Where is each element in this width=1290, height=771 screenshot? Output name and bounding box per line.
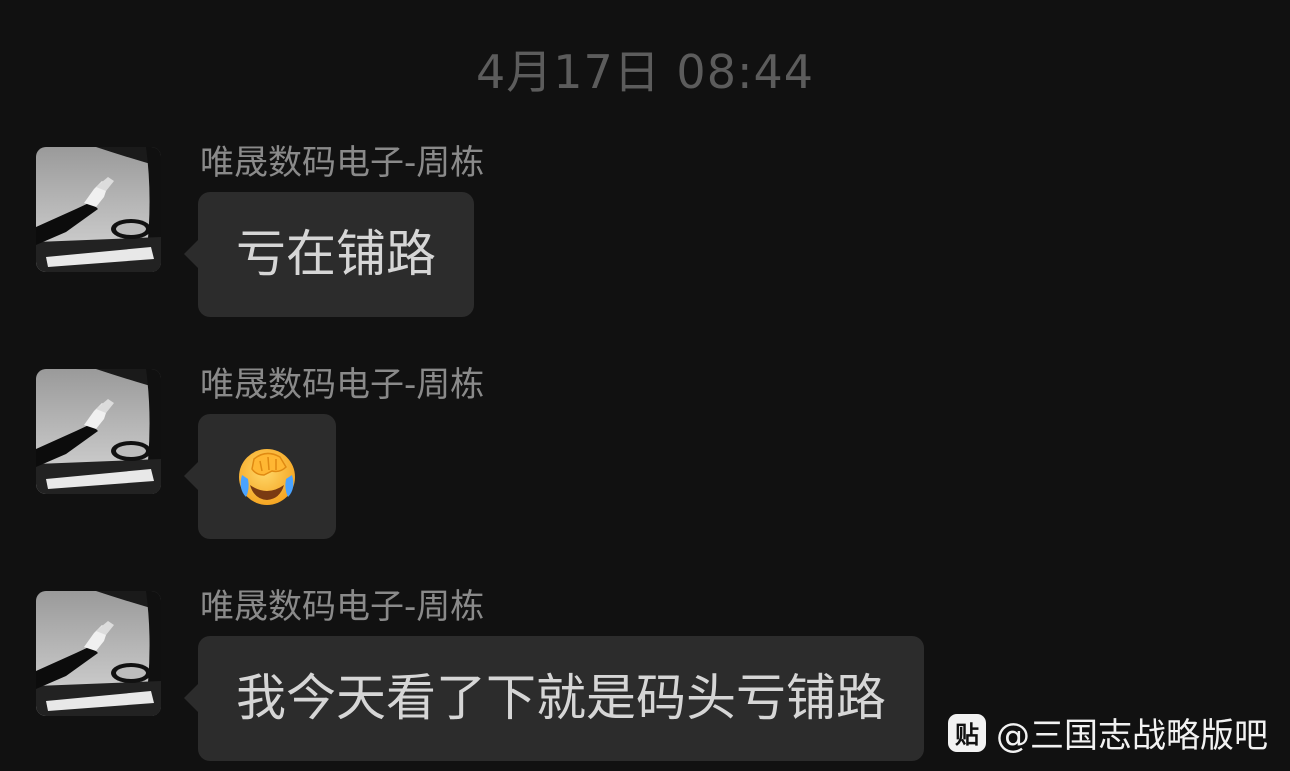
sender-name: 唯晟数码电子-周栋 xyxy=(200,587,485,627)
watermark: 贴 @三国志战略版吧 xyxy=(948,708,1268,757)
watermark-text: @三国志战略版吧 xyxy=(996,716,1268,756)
message-bubble[interactable]: 我今天看了下就是码头亏铺路 xyxy=(184,636,924,761)
message-timestamp: 4月17日 08:44 xyxy=(476,45,814,99)
avatar[interactable] xyxy=(36,591,161,716)
chat-view: 4月17日 08:44 唯晟数码电子-周栋 亏在铺路 唯晟数码电子-周栋 唯晟数… xyxy=(0,0,1290,771)
tieba-logo-icon: 贴 xyxy=(948,713,986,752)
facepalm-crying-emoji xyxy=(239,449,295,505)
avatar[interactable] xyxy=(36,147,161,272)
sender-name: 唯晟数码电子-周栋 xyxy=(200,365,485,405)
avatar[interactable] xyxy=(36,369,161,494)
sender-name: 唯晟数码电子-周栋 xyxy=(200,143,485,183)
message-bubble[interactable] xyxy=(184,414,336,539)
message-bubble[interactable]: 亏在铺路 xyxy=(184,192,474,317)
